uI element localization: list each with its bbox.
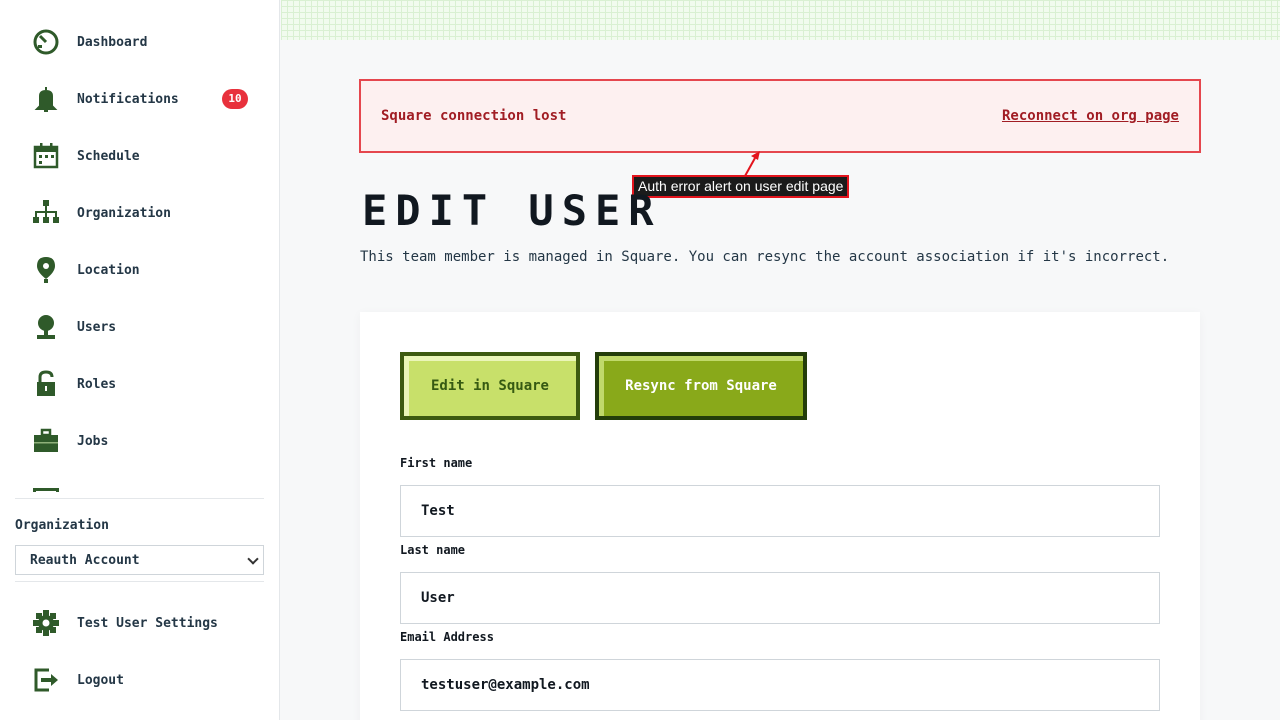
unlock-icon (30, 368, 62, 400)
page-title: Edit User (362, 186, 662, 235)
bell-icon (30, 83, 62, 115)
chevron-down-icon (247, 553, 259, 565)
map-pin-icon (30, 254, 62, 286)
annotation-label: Auth error alert on user edit page (632, 175, 850, 198)
clipped-nav-icon (33, 488, 59, 492)
page-description: This team member is managed in Square. Y… (360, 249, 1170, 265)
calendar-icon (30, 140, 62, 172)
first-name-field[interactable]: Test (400, 485, 1160, 537)
sidebar-divider (15, 498, 264, 499)
sidebar-item-location[interactable]: Location (30, 250, 260, 290)
resync-from-square-button[interactable]: Resync from Square (595, 352, 807, 420)
org-switcher-label: Organization (15, 518, 109, 533)
sidebar-item-organization[interactable]: Organization (30, 193, 260, 233)
sidebar-item-label: Organization (77, 205, 171, 221)
sidebar-item-label: Notifications (77, 91, 179, 107)
sidebar-item-label: Logout (77, 672, 124, 688)
sidebar-item-logout[interactable]: Logout (30, 660, 260, 700)
last-name-field[interactable]: User (400, 572, 1160, 624)
first-name-label: First name (400, 456, 473, 470)
reconnect-link[interactable]: Reconnect on org page (1002, 108, 1179, 124)
edit-in-square-button[interactable]: Edit in Square (400, 352, 580, 420)
sidebar-item-roles[interactable]: Roles (30, 364, 260, 404)
alert-message: Square connection lost (381, 108, 567, 124)
last-name-label: Last name (400, 543, 466, 557)
sidebar-nav: Dashboard Notifications 10 Schedule Orga… (0, 0, 280, 492)
user-icon (30, 311, 62, 343)
annotation-arrow-icon (744, 151, 760, 177)
gear-icon (30, 607, 62, 639)
sidebar-item-label: Test User Settings (77, 615, 218, 631)
email-label: Email Address (400, 630, 494, 644)
notification-count-badge: 10 (222, 89, 248, 109)
sidebar-item-schedule[interactable]: Schedule (30, 136, 260, 176)
sidebar-item-users[interactable]: Users (30, 307, 260, 347)
sidebar-item-label: Schedule (77, 148, 140, 164)
email-field[interactable]: testuser@example.com (400, 659, 1160, 711)
sidebar-item-notifications[interactable]: Notifications 10 (30, 79, 260, 119)
sidebar-item-jobs[interactable]: Jobs (30, 421, 260, 461)
logout-icon (30, 664, 62, 696)
sidebar-item-label: Users (77, 319, 117, 335)
sidebar-item-label: Jobs (77, 433, 109, 449)
sidebar-item-label: Dashboard (77, 34, 148, 50)
sidebar: Dashboard Notifications 10 Schedule Orga… (0, 0, 280, 720)
briefcase-icon (30, 425, 62, 457)
email-value: testuser@example.com (421, 677, 590, 693)
sidebar-item-settings[interactable]: Test User Settings (30, 603, 260, 643)
sidebar-item-label: Roles (77, 376, 117, 392)
dashboard-gauge-icon (30, 26, 62, 58)
org-select[interactable]: Reauth Account (15, 545, 264, 575)
sidebar-divider (15, 581, 264, 582)
user-form-card: Edit in Square Resync from Square First … (360, 312, 1200, 720)
org-select-value: Reauth Account (30, 552, 140, 568)
org-chart-icon (30, 197, 62, 229)
last-name-value: User (421, 590, 455, 606)
first-name-value: Test (421, 503, 455, 519)
header-grid-pattern (281, 0, 1280, 40)
sidebar-item-dashboard[interactable]: Dashboard (30, 22, 260, 62)
auth-error-alert: Square connection lost Reconnect on org … (359, 79, 1201, 153)
sidebar-item-label: Location (77, 262, 140, 278)
